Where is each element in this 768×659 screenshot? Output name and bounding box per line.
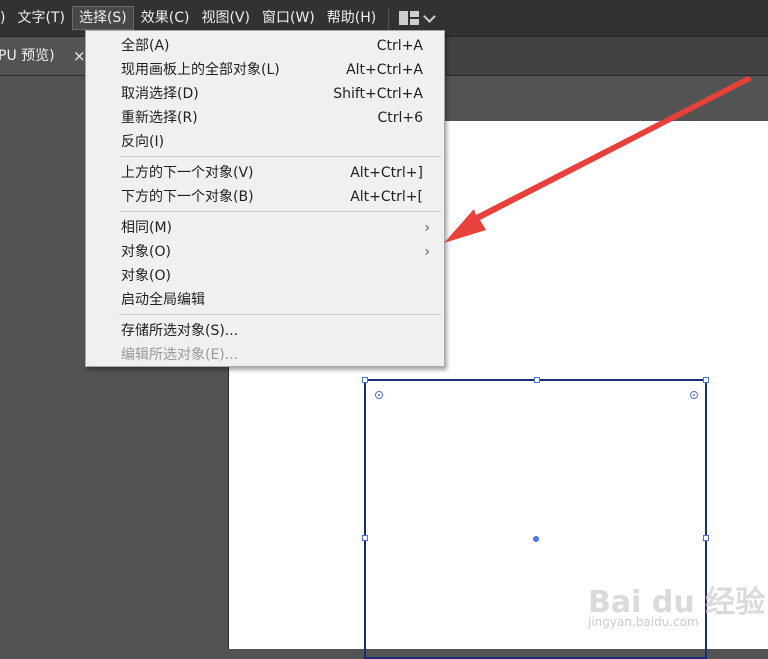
menu-item-save-selection[interactable]: 存储所选对象(S)... bbox=[86, 319, 444, 343]
menu-item-label: 重新选择(R) bbox=[121, 110, 198, 126]
menu-item-shortcut: Alt+Ctrl+A bbox=[346, 62, 423, 78]
menu-partial-item[interactable]: ) bbox=[0, 0, 11, 36]
menu-item-all[interactable]: 全部(A) Ctrl+A bbox=[86, 34, 444, 58]
menu-item-label: 现用画板上的全部对象(L) bbox=[121, 62, 280, 78]
menu-item-shortcut: Alt+Ctrl+] bbox=[350, 165, 423, 181]
menu-item-reselect[interactable]: 重新选择(R) Ctrl+6 bbox=[86, 106, 444, 130]
workspace-layout-icon bbox=[399, 11, 420, 25]
close-icon[interactable]: × bbox=[73, 37, 86, 75]
menu-item-global-edit[interactable]: 启动全局编辑 bbox=[86, 288, 444, 312]
menu-separator bbox=[119, 211, 441, 212]
menu-item-label: 反向(I) bbox=[121, 134, 165, 150]
menu-item-next-object-above[interactable]: 上方的下一个对象(V) Alt+Ctrl+] bbox=[86, 161, 444, 185]
center-point bbox=[533, 536, 539, 542]
watermark: Bai du 经验 jingyan.baidu.com bbox=[588, 565, 765, 635]
watermark-url: jingyan.baidu.com bbox=[588, 615, 699, 629]
chevron-right-icon: › bbox=[424, 220, 430, 236]
menu-separator bbox=[119, 314, 441, 315]
menu-item-inverse[interactable]: 反向(I) bbox=[86, 130, 444, 154]
menu-item-shortcut: Alt+Ctrl+[ bbox=[350, 189, 423, 205]
menu-item-same[interactable]: 相同(M) › bbox=[86, 216, 444, 240]
menu-item-object-submenu[interactable]: 对象(O) › bbox=[86, 240, 444, 264]
resize-handle-top-right[interactable] bbox=[703, 377, 709, 383]
menu-item-label: 相同(M) bbox=[121, 220, 173, 236]
select-menu-dropdown: 全部(A) Ctrl+A 现用画板上的全部对象(L) Alt+Ctrl+A 取消… bbox=[85, 30, 445, 367]
menu-item-label: 取消选择(D) bbox=[121, 86, 199, 102]
corner-radius-widget-right[interactable] bbox=[690, 391, 698, 399]
chevron-down-icon bbox=[423, 9, 437, 23]
menu-item-label: 对象(O) bbox=[121, 268, 171, 284]
menu-type[interactable]: 文字(T) bbox=[11, 0, 70, 36]
resize-handle-top-center[interactable] bbox=[534, 377, 540, 383]
menu-item-label: 存储所选对象(S)... bbox=[121, 323, 239, 339]
menu-item-deselect[interactable]: 取消选择(D) Shift+Ctrl+A bbox=[86, 82, 444, 106]
menu-item-object[interactable]: 对象(O) bbox=[86, 264, 444, 288]
menu-item-label: 启动全局编辑 bbox=[121, 292, 205, 308]
resize-handle-top-left[interactable] bbox=[362, 377, 368, 383]
document-tab-label: PU 预览) bbox=[0, 48, 55, 64]
resize-handle-middle-left[interactable] bbox=[362, 535, 368, 541]
menu-item-shortcut: Shift+Ctrl+A bbox=[333, 86, 423, 102]
menu-item-next-object-below[interactable]: 下方的下一个对象(B) Alt+Ctrl+[ bbox=[86, 185, 444, 209]
chevron-right-icon: › bbox=[424, 244, 430, 260]
menu-select[interactable]: 选择(S) bbox=[71, 6, 134, 30]
corner-radius-widget-left[interactable] bbox=[375, 391, 383, 399]
menu-item-label: 下方的下一个对象(B) bbox=[121, 189, 254, 205]
menu-item-label: 对象(O) bbox=[121, 244, 171, 260]
menu-item-label: 上方的下一个对象(V) bbox=[121, 165, 254, 181]
menu-item-label: 编辑所选对象(E)... bbox=[121, 347, 239, 363]
menu-separator bbox=[119, 156, 441, 157]
menu-item-edit-selection: 编辑所选对象(E)... bbox=[86, 343, 444, 367]
workspace-switcher[interactable] bbox=[399, 9, 437, 25]
resize-handle-middle-right[interactable] bbox=[703, 535, 709, 541]
menu-item-label: 全部(A) bbox=[121, 38, 170, 54]
menu-item-shortcut: Ctrl+6 bbox=[377, 110, 423, 126]
menu-item-shortcut: Ctrl+A bbox=[376, 38, 423, 54]
menu-item-all-on-artboard[interactable]: 现用画板上的全部对象(L) Alt+Ctrl+A bbox=[86, 58, 444, 82]
menu-separator bbox=[388, 7, 390, 29]
